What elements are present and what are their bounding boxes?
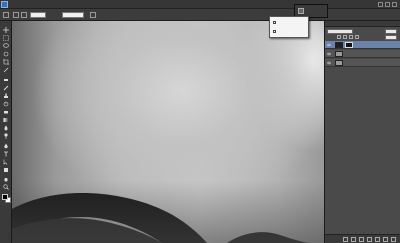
- path-select-icon[interactable]: [3, 159, 9, 165]
- dock-item-2[interactable]: [296, 43, 324, 49]
- toolbox: [0, 21, 12, 243]
- options-field-1[interactable]: [30, 12, 46, 18]
- eye-icon[interactable]: [327, 52, 331, 56]
- healing-icon[interactable]: [3, 77, 9, 83]
- canvas-shadow: [12, 181, 324, 243]
- selection-mode-icon[interactable]: [13, 12, 19, 18]
- popup-menu: [269, 16, 309, 38]
- close-button[interactable]: [392, 2, 397, 7]
- new-layer-icon[interactable]: [383, 237, 388, 242]
- layer-style-icon[interactable]: [351, 237, 356, 242]
- history-brush-icon[interactable]: [3, 101, 9, 107]
- adjustment-layer-icon[interactable]: [367, 237, 372, 242]
- layers-panel-footer: [325, 234, 400, 243]
- move-icon[interactable]: [3, 27, 9, 33]
- lock-position-icon[interactable]: [349, 35, 353, 39]
- dock-side-labels: [296, 36, 324, 50]
- gradient-icon[interactable]: [3, 117, 9, 123]
- crop-icon[interactable]: [3, 59, 9, 65]
- dodge-icon[interactable]: [3, 133, 9, 139]
- lock-row: [327, 35, 399, 40]
- opacity-field[interactable]: [385, 29, 397, 34]
- link-layers-icon[interactable]: [343, 237, 348, 242]
- refine-edge-icon[interactable]: [90, 12, 96, 18]
- eraser-icon[interactable]: [3, 109, 9, 115]
- pen-icon[interactable]: [3, 143, 9, 149]
- popup-menu-item-1[interactable]: [272, 20, 308, 26]
- layer-mask-thumbnail[interactable]: [345, 42, 353, 48]
- fill-field[interactable]: [385, 35, 397, 40]
- lock-pixels-icon[interactable]: [343, 35, 347, 39]
- blur-icon[interactable]: [3, 125, 9, 131]
- shape-icon[interactable]: [3, 167, 9, 173]
- blend-mode-select[interactable]: [327, 29, 353, 34]
- popup-menu-item-2[interactable]: [272, 29, 308, 35]
- options-bar: [0, 9, 400, 21]
- type-icon[interactable]: [3, 151, 9, 157]
- layers-panel: [324, 21, 400, 243]
- marquee-icon[interactable]: [3, 35, 9, 41]
- minimize-button[interactable]: [378, 2, 383, 7]
- layer-thumbnail: [335, 51, 343, 57]
- zoom-icon[interactable]: [3, 184, 9, 190]
- lock-transparency-icon[interactable]: [337, 35, 341, 39]
- layer-thumbnail: [335, 42, 343, 48]
- dock-panel-icon[interactable]: [298, 8, 304, 14]
- options-field-2[interactable]: [62, 12, 84, 18]
- eyedropper-icon[interactable]: [3, 67, 9, 73]
- checkbox-icon: [273, 21, 276, 24]
- menu-bar: [0, 0, 400, 9]
- eye-icon[interactable]: [327, 61, 331, 65]
- add-mask-icon[interactable]: [359, 237, 364, 242]
- blend-row: [327, 29, 399, 34]
- photoshop-logo: [1, 1, 8, 8]
- maximize-button[interactable]: [385, 2, 390, 7]
- tool-preset-icon[interactable]: [3, 12, 9, 18]
- brush-icon[interactable]: [3, 85, 9, 91]
- document-canvas[interactable]: [12, 21, 324, 243]
- selection-add-icon[interactable]: [21, 12, 27, 18]
- delete-layer-icon[interactable]: [391, 237, 396, 242]
- lasso-icon[interactable]: [3, 43, 9, 49]
- clone-stamp-icon[interactable]: [3, 93, 9, 99]
- layer-row[interactable]: [325, 50, 400, 58]
- quick-select-icon[interactable]: [3, 51, 9, 57]
- foreground-color-swatch[interactable]: [2, 194, 8, 200]
- checkbox-icon: [273, 30, 276, 33]
- hand-icon[interactable]: [3, 176, 9, 182]
- eye-icon[interactable]: [327, 43, 331, 47]
- lock-all-icon[interactable]: [355, 35, 359, 39]
- layer-row[interactable]: [325, 59, 400, 67]
- new-group-icon[interactable]: [375, 237, 380, 242]
- layer-thumbnail: [335, 60, 343, 66]
- layer-row[interactable]: [325, 41, 400, 49]
- layers-panel-tabs: [325, 21, 400, 27]
